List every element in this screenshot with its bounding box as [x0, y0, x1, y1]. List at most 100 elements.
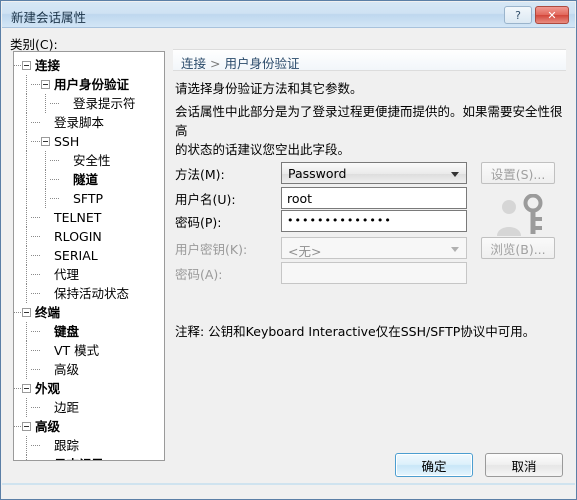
tree-item[interactable]: 跟踪 [14, 436, 164, 455]
category-tree[interactable]: 连接用户身份验证登录提示符登录脚本 SSH 安全性隧道 SFTP TELNET RLOGI… [13, 51, 165, 461]
method-label: 方法(M): [175, 167, 225, 182]
username-label: 用户名(U): [175, 192, 236, 207]
tree-item-label: VT 模式 [54, 343, 100, 358]
tree-item-label: 边距 [54, 400, 80, 415]
passphrase-row: 密码(A): [175, 262, 567, 284]
breadcrumb-current: 用户身份验证 [224, 56, 300, 71]
tree-item[interactable]: TELNET [14, 208, 164, 227]
password-label: 密码(P): [175, 215, 222, 230]
tree-item[interactable]: 用户身份验证 [14, 75, 164, 94]
tree-guide-line [26, 227, 27, 246]
tree-collapse-icon[interactable] [22, 61, 31, 70]
tree-guide-dash [31, 445, 40, 446]
tree-item[interactable]: 键盘 [14, 322, 164, 341]
tree-guide-line [26, 455, 27, 460]
tree-guide-dash [31, 141, 40, 142]
tree-guide-dash [50, 103, 59, 104]
description-line-2: 会话属性中此部分是为了登录过程更便捷而提供的。如果需要安全性很高 [175, 104, 563, 138]
note-text: 注释: 公钥和Keyboard Interactive仅在SSH/SFTP协议中… [175, 324, 536, 339]
tree-guide-line [45, 189, 46, 208]
tree-guide-line [26, 113, 27, 132]
tree-item[interactable]: 高级 [14, 360, 164, 379]
userkey-select[interactable]: <无> [281, 237, 467, 259]
tree-item[interactable]: 登录脚本 [14, 113, 164, 132]
breadcrumb-parent: 连接 [181, 56, 207, 71]
tree-guide-dash [14, 426, 21, 427]
footer-separator [2, 483, 575, 485]
tree-item[interactable]: 日志记录 [14, 455, 164, 460]
tree-guide-line [45, 94, 46, 113]
tree-item[interactable]: 隧道 [14, 170, 164, 189]
settings-button[interactable]: 设置(S)... [481, 162, 555, 184]
tree-guide-line [26, 398, 27, 417]
help-button[interactable]: ? [504, 6, 532, 24]
tree-item[interactable]: 保持活动状态 [14, 284, 164, 303]
tree-item-label: 连接 [35, 58, 61, 73]
description-text: 请选择身份验证方法和其它参数。 会话属性中此部分是为了登录过程更便捷而提供的。如… [175, 79, 567, 159]
tree-item-label: 日志记录 [54, 457, 104, 460]
tree-item[interactable]: VT 模式 [14, 341, 164, 360]
tree-item[interactable]: SERIAL [14, 246, 164, 265]
tree-item-label: RLOGIN [54, 229, 102, 244]
tree-item-label: 高级 [35, 419, 61, 434]
tree-collapse-icon[interactable] [22, 422, 31, 431]
user-key-icon [495, 193, 547, 238]
tree-item-label: 外观 [35, 381, 61, 396]
tree-item-label: SSH [54, 134, 80, 149]
tree-guide-line [26, 170, 27, 189]
tree-guide-dash [31, 217, 40, 218]
tree-guide-line [26, 284, 27, 303]
tree-guide-dash [31, 122, 40, 123]
tree-collapse-icon[interactable] [41, 80, 50, 89]
chevron-down-icon [451, 172, 459, 177]
description-line-1: 请选择身份验证方法和其它参数。 [175, 81, 363, 96]
username-input[interactable]: root [281, 187, 467, 209]
browse-button[interactable]: 浏览(B)... [481, 237, 555, 259]
method-select[interactable]: Password [281, 162, 467, 184]
tree-item[interactable]: 边距 [14, 398, 164, 417]
tree-guide-line [45, 170, 46, 189]
tree-collapse-icon[interactable] [22, 308, 31, 317]
tree-item[interactable]: 代理 [14, 265, 164, 284]
tree-guide-line [26, 360, 27, 379]
tree-guide-line [26, 75, 27, 94]
tree-item[interactable]: 终端 [14, 303, 164, 322]
window-title: 新建会话属性 [11, 10, 87, 25]
tree-item[interactable]: 安全性 [14, 151, 164, 170]
tree-item-label: 用户身份验证 [54, 77, 130, 92]
tree-guide-line [26, 436, 27, 455]
tree-item[interactable]: RLOGIN [14, 227, 164, 246]
close-button[interactable]: ✕ [535, 6, 569, 24]
userkey-value: <无> [288, 244, 322, 259]
tree-item[interactable]: SFTP [14, 189, 164, 208]
dialog-window: 新建会话属性 ? ✕ 类别(C): 连接 用户身份验证 登录提示符 登录脚本 SSH 安全… [0, 0, 577, 500]
tree-guide-dash [14, 65, 21, 66]
tree-item-label: 登录脚本 [54, 115, 105, 130]
tree-guide-line [26, 208, 27, 227]
tree-guide-line [26, 246, 27, 265]
tree-item-label: 隧道 [73, 172, 99, 187]
tree-item-label: SFTP [73, 191, 104, 206]
tree-item[interactable]: SSH [14, 132, 164, 151]
tree-item[interactable]: 登录提示符 [14, 94, 164, 113]
tree-item-label: 代理 [54, 267, 80, 282]
tree-guide-dash [31, 369, 40, 370]
tree-guide-line [26, 265, 27, 284]
passphrase-input[interactable] [281, 262, 467, 284]
tree-guide-dash [50, 179, 59, 180]
tree-item[interactable]: 外观 [14, 379, 164, 398]
ok-button[interactable]: 确定 [395, 453, 473, 477]
tree-guide-dash [31, 407, 40, 408]
tree-guide-dash [31, 274, 40, 275]
tree-item-label: SERIAL [54, 248, 98, 263]
tree-guide-line [26, 94, 27, 113]
tree-item-label: 登录提示符 [73, 96, 136, 111]
tree-item[interactable]: 连接 [14, 56, 164, 75]
tree-item[interactable]: 高级 [14, 417, 164, 436]
tree-collapse-icon[interactable] [41, 137, 50, 146]
password-input[interactable]: •••••••••••••• [281, 210, 467, 232]
cancel-button[interactable]: 取消 [485, 453, 563, 477]
tree-guide-line [26, 151, 27, 170]
tree-collapse-icon[interactable] [22, 384, 31, 393]
tree-guide-dash [50, 160, 59, 161]
